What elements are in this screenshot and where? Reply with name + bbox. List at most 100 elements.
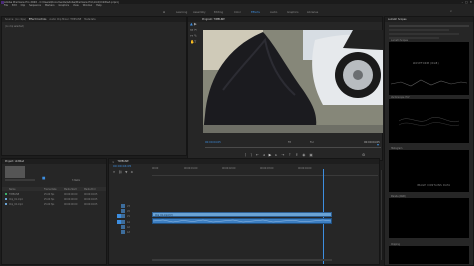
ruler-tick: 00:00:04:00 [298,167,312,170]
row-start: 00:00:00:00 [64,192,78,196]
tab-project[interactable]: Project: Untitled [5,160,24,163]
scope-control-bar[interactable] [389,25,469,27]
go-to-in-icon[interactable]: ⇤ [256,153,259,157]
ruler-tick: 00:00:01:00 [184,167,198,170]
timeline-timecode[interactable]: 00:00:04:05 [113,165,131,168]
add-marker-icon[interactable]: ▼ [125,170,127,174]
program-timecode[interactable]: 00:00:04:05 [205,141,221,144]
workspace-assembly[interactable]: Assembly [193,11,206,14]
export-frame-icon[interactable]: ◉ [302,153,305,157]
track-v3[interactable]: V3 [113,204,151,208]
ripple-edit-tool-icon[interactable]: ⇔ [190,28,193,32]
razor-tool-icon[interactable]: ✂ [194,28,197,32]
row-fps: 25.00 fps [44,202,55,206]
track-target[interactable] [121,225,125,229]
project-search-input[interactable] [5,179,35,181]
tab-timeline[interactable]: TIMELINE [118,160,129,163]
waveform-trace [390,79,468,87]
tab-effect-controls[interactable]: Effect Controls [29,18,47,21]
workspace-effects[interactable]: Effects [251,11,260,14]
step-forward-icon[interactable]: ▸ [275,153,277,157]
vectorscope-trace [398,117,460,126]
zoom-fit-select[interactable]: Fit [288,141,291,144]
transport-controls: ⌈ ⌉ ⇤ ◂ ▶ ▸ ⇥ ⇡ ⇞ ◉ ▣ [245,153,313,157]
track-label: A3 [127,230,130,234]
tab-source[interactable]: Source: (no clips) [5,18,26,21]
scope-option-bar[interactable] [389,29,449,31]
linked-selection-icon[interactable]: ⛓ [118,170,122,174]
pen-tool-icon[interactable]: ✎ [194,34,197,38]
tab-metadata[interactable]: Metadata [84,18,95,21]
project-panel: Project: Untitled ■ 3 Items Name Frame R… [1,158,107,265]
home-icon[interactable]: ⌂ [163,10,165,14]
table-row[interactable]: TIMELINE 25.00 fps 00:00:00:00 00:00:04:… [2,192,106,196]
track-target[interactable] [121,230,125,234]
scope-label-waveform: Lumetri Scopes [391,38,408,42]
table-row[interactable]: Clip_02.mp4 25.00 fps 00:00:00:00 00:00:… [2,202,106,206]
row-name: Clip_02.mp4 [9,202,23,206]
workspace-learning[interactable]: Learning [176,11,187,14]
snap-icon[interactable]: ⊓ [113,170,115,174]
scopes-tabs: Lumetri Scopes [385,17,473,22]
workspace-graphics[interactable]: Graphics [287,11,298,14]
extract-icon[interactable]: ⇞ [295,153,298,157]
workspace-color[interactable]: Color [234,11,241,14]
track-headers: V3 V2 V1 A1 A2 A3 [113,204,151,236]
tab-program[interactable]: Program: TIMELINE [202,18,225,21]
workspace-libraries[interactable]: Libraries [307,11,318,14]
row-start: 00:00:00:00 [64,197,78,201]
playback-quality-select[interactable]: Full [310,141,314,144]
column-name[interactable]: Name [9,188,15,191]
tab-lumetri-scopes[interactable]: Lumetri Scopes [388,18,406,21]
bin-icon[interactable]: ■ [42,176,45,180]
workspace-audio[interactable]: Audio [270,11,277,14]
selection-tool-icon[interactable]: ▲ [190,22,193,26]
scope-option-bar-2[interactable] [389,33,459,35]
scope-label-parade: Parade (RGB) [391,194,406,198]
timeline-ruler[interactable]: 00:00 00:00:01:00 00:00:02:00 00:00:03:0… [152,167,378,176]
lift-icon[interactable]: ⇡ [288,153,291,157]
column-media-end[interactable]: Media End [84,188,95,191]
wrench-icon[interactable]: ⚙ [130,170,133,174]
tab-audio-clip-mixer[interactable]: Audio Clip Mixer: TIMELINE [49,18,81,21]
play-icon[interactable]: ▶ [269,153,272,157]
track-target[interactable] [121,209,125,213]
type-tool-icon[interactable]: T [194,40,196,44]
waveform-scope: Lumetri Scopes WAVEFORM (RGB) [389,38,469,95]
track-a1[interactable]: A1 [113,220,151,224]
track-a3[interactable]: A3 [113,230,151,234]
search-icon[interactable]: ⌕ [450,9,452,13]
track-target[interactable] [121,214,125,218]
track-target[interactable] [121,220,125,224]
track-a2[interactable]: A2 [113,225,151,229]
program-playhead[interactable] [377,144,379,146]
timeline-horizontal-scrollbar[interactable] [152,259,332,261]
project-thumbnail[interactable] [5,166,25,178]
video-clip[interactable]: Clip_01.mp4 [V] [152,212,332,217]
clip-icon [5,198,7,200]
row-end: 00:00:04:05 [84,202,98,206]
slip-tool-icon[interactable]: ↔ [190,34,193,38]
workspace-editing[interactable]: Editing [214,11,223,14]
column-frame-rate[interactable]: Frame Rate [44,188,57,191]
mark-in-icon[interactable]: ⌈ [245,153,246,157]
mark-out-icon[interactable]: ⌉ [250,153,251,157]
timeline-panel: × TIMELINE 00:00:04:05 ⊓ ⛓ ▼ ⚙ 00:00 00:… [108,158,380,265]
settings-wrench-icon[interactable]: ⚙ [362,153,365,157]
audio-clip[interactable] [152,218,332,224]
close-icon[interactable]: × [112,160,115,164]
step-back-icon[interactable]: ◂ [263,153,265,157]
project-column-header: Name Frame Rate Media Start Media End [2,187,106,191]
track-select-tool-icon[interactable]: ▶ [194,22,197,26]
track-label: A1 [127,220,130,224]
go-to-out-icon[interactable]: ⇥ [281,153,284,157]
track-v2[interactable]: V2 [113,209,151,213]
track-v1[interactable]: V1 [113,214,151,218]
row-start: 00:00:00:00 [64,202,78,206]
column-media-start[interactable]: Media Start [64,188,77,191]
ruler-tick: 00:00:02:00 [222,167,236,170]
track-target[interactable] [121,204,125,208]
program-time-ruler[interactable] [205,145,381,148]
comparison-view-icon[interactable]: ▣ [309,153,312,157]
table-row[interactable]: Clip_01.mp4 25.00 fps 00:00:00:00 00:00:… [2,197,106,201]
